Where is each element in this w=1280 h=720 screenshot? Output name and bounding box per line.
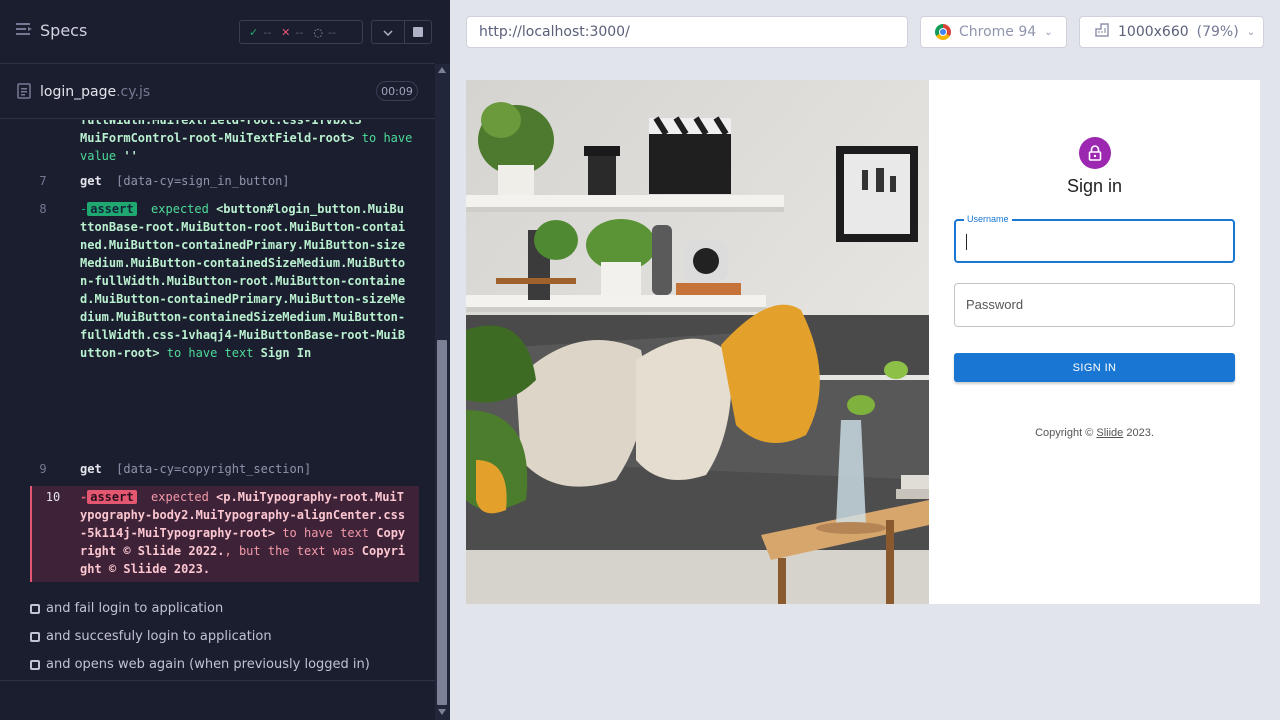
divider xyxy=(0,680,435,681)
copyright-section: Copyright © Sliide 2023. xyxy=(1035,427,1154,439)
command-row[interactable]: fullWidth.MuiTextField-root.css-1fvbxl3 … xyxy=(30,120,419,165)
username-field[interactable]: Username xyxy=(954,214,1235,263)
chevron-down-icon: ⌄ xyxy=(1044,26,1053,38)
spec-file-name[interactable]: login_page.cy.js xyxy=(40,84,150,100)
command-row[interactable]: 7 get [data-cy=sign_in_button] xyxy=(30,172,419,190)
command-number: 7 xyxy=(39,174,47,188)
lock-icon xyxy=(1079,137,1111,169)
document-icon xyxy=(17,83,31,103)
chevron-down-icon xyxy=(383,26,393,39)
spinner-icon: ◌ xyxy=(313,25,323,39)
menu-icon xyxy=(16,21,32,40)
sign-in-title: Sign in xyxy=(1066,176,1123,196)
command-number: 10 xyxy=(45,490,61,504)
assert-badge: assert xyxy=(87,202,137,216)
living-room-photo xyxy=(466,80,929,604)
failed-command-row[interactable]: 10 - assert expected <p.MuiTypography-roo… xyxy=(30,486,419,582)
auto-scroll-toggle-button[interactable] xyxy=(371,20,404,44)
pending-checkbox-icon xyxy=(30,603,40,614)
text-caret xyxy=(966,234,967,250)
command-row[interactable]: 8 - assert expected <button#login_button.… xyxy=(30,200,419,362)
username-label: Username xyxy=(964,214,1012,224)
url-bar[interactable]: http://localhost:3000/ xyxy=(466,16,908,48)
sliide-link[interactable]: Sliide xyxy=(1096,427,1123,439)
browser-selector[interactable]: Chrome 94 ⌄ xyxy=(920,16,1067,48)
scrollbar-thumb[interactable] xyxy=(437,340,447,705)
stop-icon xyxy=(413,27,423,37)
command-number: 8 xyxy=(39,202,47,216)
test-item[interactable]: and succesfuly login to application xyxy=(30,629,272,644)
reporter-header: Specs ✓ -- ✕ -- ◌ -- xyxy=(0,0,435,64)
sign-in-button[interactable]: SIGN IN xyxy=(954,353,1235,382)
stop-button[interactable] xyxy=(404,20,432,44)
password-placeholder: Password xyxy=(966,297,1024,312)
scroll-down-icon[interactable] xyxy=(438,709,446,715)
app-under-test: Sign in Username Password SIGN IN Copyri… xyxy=(466,80,1260,604)
specs-title: Specs xyxy=(40,21,88,40)
command-log: fullWidth.MuiTextField-root.css-1fvbxl3 … xyxy=(0,120,435,680)
x-icon: ✕ xyxy=(281,25,291,39)
viewport-info[interactable]: 1000x660 (79%) ⌄ xyxy=(1079,16,1264,48)
test-stats: ✓ -- ✕ -- ◌ -- xyxy=(239,20,363,44)
pending-checkbox-icon xyxy=(30,659,40,670)
command-row[interactable]: 9 get [data-cy=copyright_section] xyxy=(30,460,419,478)
check-icon: ✓ xyxy=(249,25,259,39)
test-item[interactable]: and fail login to application xyxy=(30,601,223,616)
command-number: 9 xyxy=(39,462,47,476)
chevron-down-icon: ⌄ xyxy=(1246,26,1256,38)
ruler-icon xyxy=(1094,22,1110,42)
pending-stat: ◌ -- xyxy=(313,25,336,39)
login-form: Sign in Username Password SIGN IN Copyri… xyxy=(929,80,1260,604)
spec-duration: 00:09 xyxy=(376,81,418,101)
assert-badge: assert xyxy=(87,490,137,504)
specs-toggle-button[interactable]: Specs xyxy=(16,21,87,40)
password-field[interactable]: Password xyxy=(954,283,1235,327)
chrome-icon xyxy=(935,24,951,40)
scroll-up-icon[interactable] xyxy=(438,67,446,73)
passed-stat: ✓ -- xyxy=(249,25,272,39)
test-item[interactable]: and opens web again (when previously log… xyxy=(30,657,370,672)
pending-checkbox-icon xyxy=(30,631,40,642)
test-reporter-panel: Specs ✓ -- ✕ -- ◌ -- login_page.cy.js 00:09… xyxy=(0,0,450,720)
failed-stat: ✕ -- xyxy=(281,25,304,39)
